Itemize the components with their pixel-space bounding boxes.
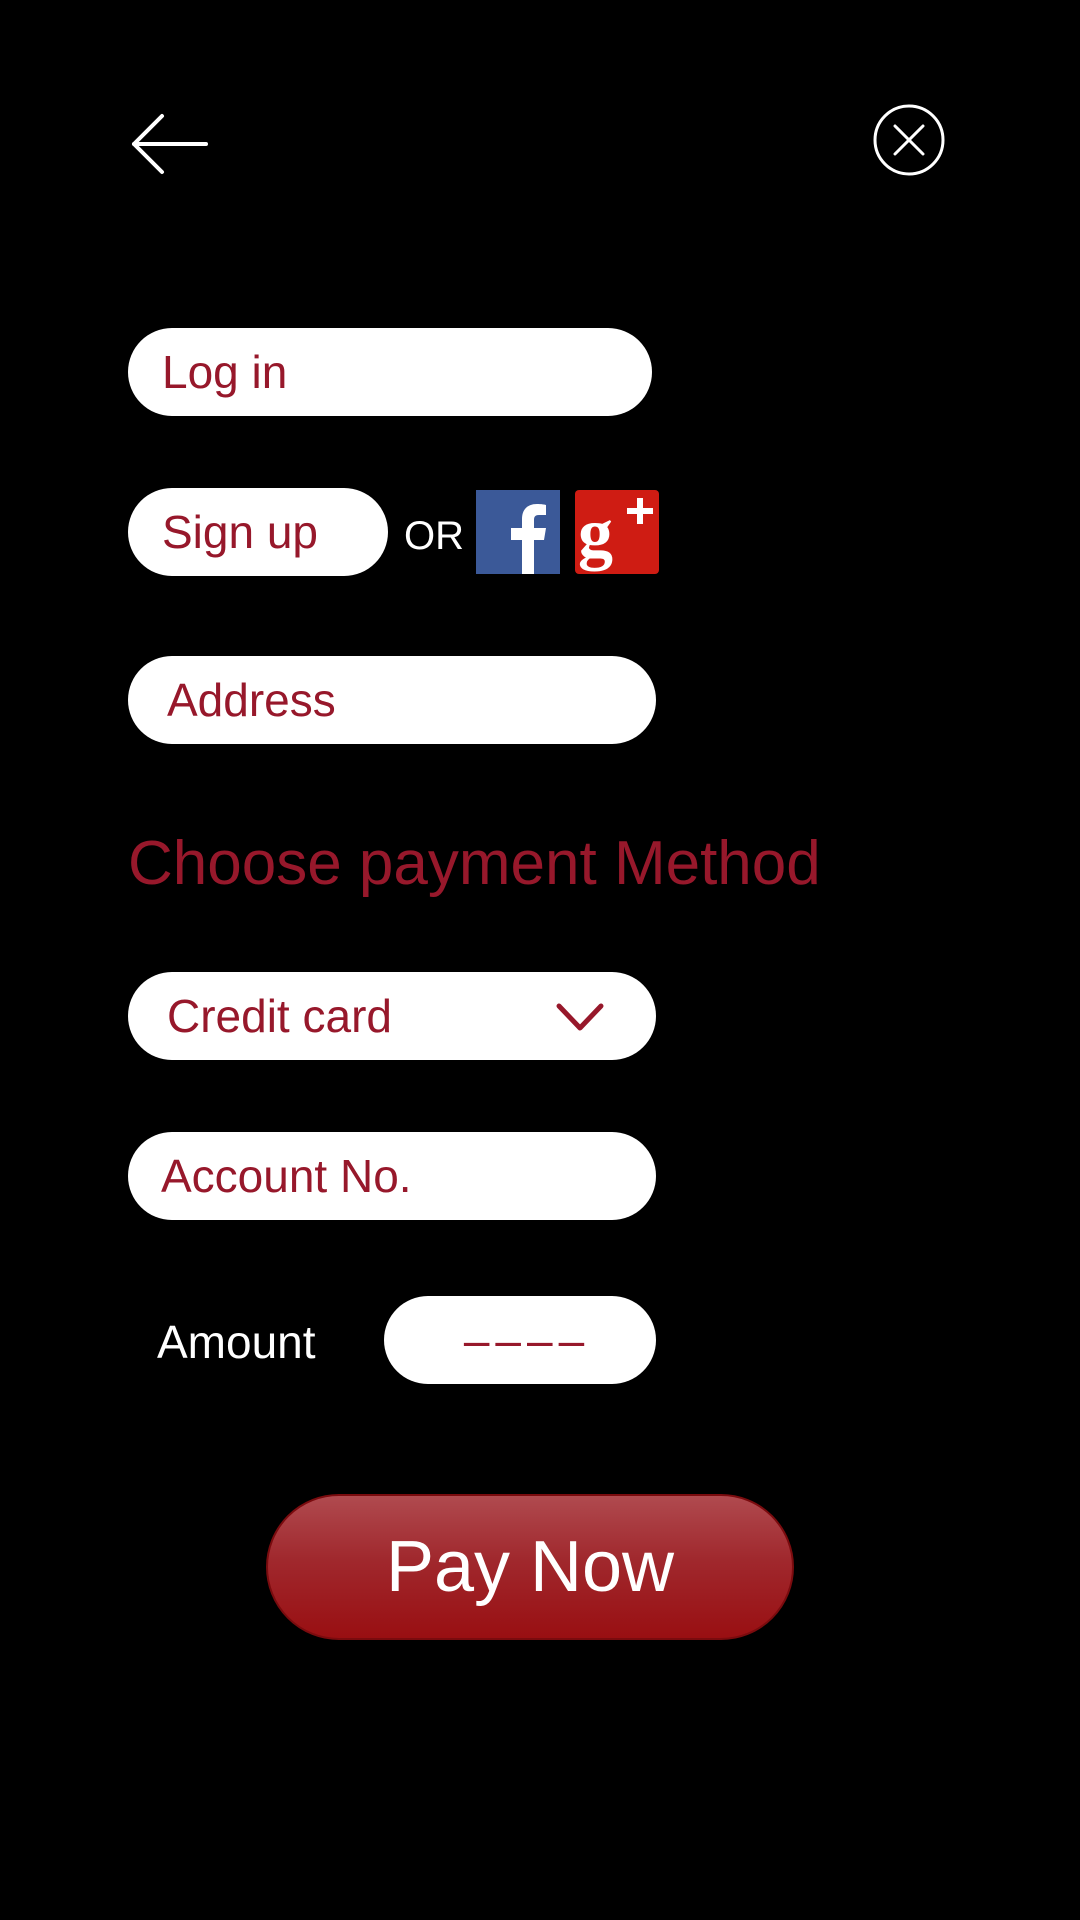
chevron-down-icon: [556, 1003, 604, 1031]
payment-method-value: Credit card: [167, 990, 392, 1042]
signup-label: Sign up: [162, 506, 319, 558]
address-placeholder: Address: [167, 674, 336, 726]
back-button[interactable]: [128, 110, 210, 178]
address-input[interactable]: Address: [128, 656, 656, 744]
amount-input[interactable]: ––––: [384, 1296, 656, 1384]
pay-now-label: Pay Now: [385, 1527, 675, 1607]
login-label: Log in: [162, 346, 288, 398]
arrow-left-icon: [132, 114, 208, 174]
payment-method-select[interactable]: Credit card: [128, 972, 656, 1060]
account-number-input[interactable]: Account No.: [128, 1132, 656, 1220]
payment-method-title: Choose payment Method: [128, 829, 821, 898]
pay-now-button[interactable]: Pay Now: [266, 1494, 794, 1640]
svg-text:g: g: [578, 495, 613, 572]
amount-label: Amount: [157, 1316, 316, 1368]
signup-button[interactable]: Sign up: [128, 488, 388, 576]
amount-value: ––––: [463, 1314, 591, 1366]
google-plus-icon: g: [578, 495, 653, 572]
login-button[interactable]: Log in: [128, 328, 652, 416]
or-separator: OR: [404, 514, 464, 558]
facebook-login-button[interactable]: [476, 490, 560, 574]
close-circle-icon: [873, 104, 945, 176]
google-plus-login-button[interactable]: g: [575, 490, 659, 574]
facebook-icon: [511, 504, 546, 574]
close-button[interactable]: [872, 103, 946, 177]
account-number-placeholder: Account No.: [161, 1150, 412, 1202]
